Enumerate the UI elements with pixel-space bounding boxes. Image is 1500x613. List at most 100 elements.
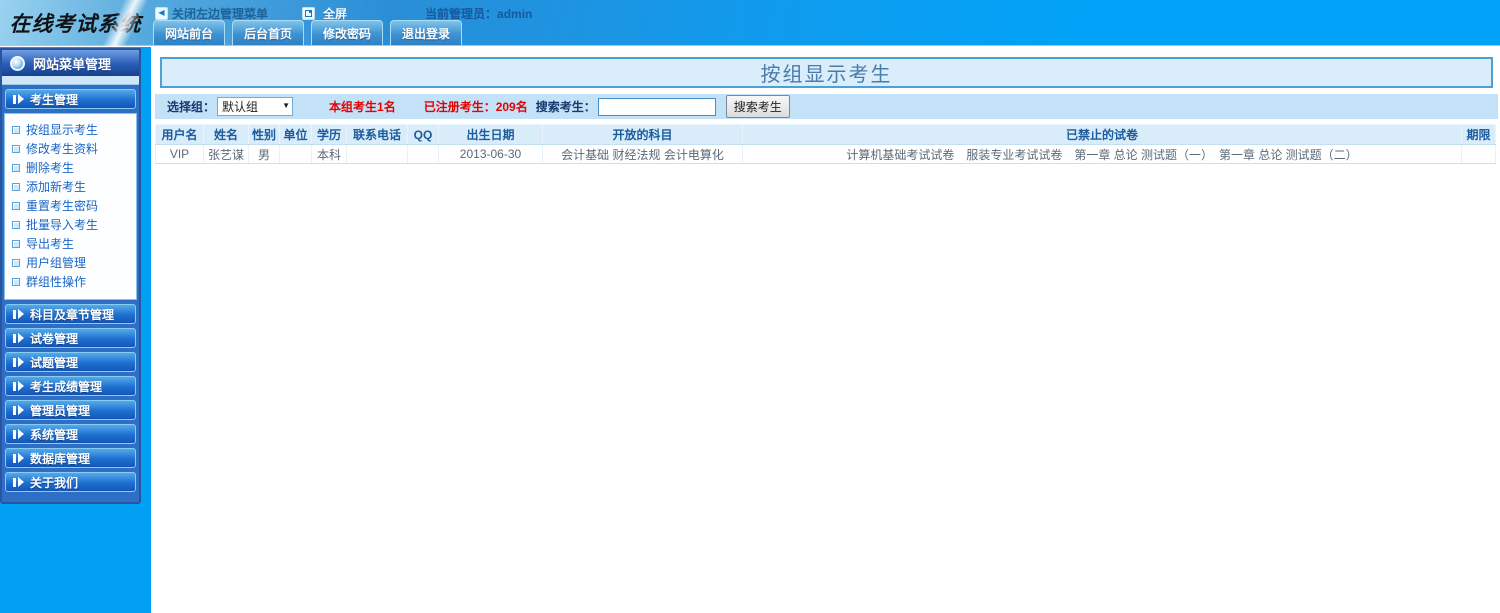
item-label: 用户组管理 [26, 254, 86, 271]
cell-deadline [1462, 145, 1496, 164]
section-question-management[interactable]: 试题管理 [5, 352, 136, 372]
section-label: 数据库管理 [30, 450, 90, 467]
sidebar-item-reset-password[interactable]: 重置考生密码 [12, 196, 136, 215]
bullet-icon [12, 164, 20, 172]
col-username: 用户名 [156, 125, 204, 145]
section-label: 考生管理 [30, 91, 78, 108]
fullscreen-icon [302, 7, 315, 20]
col-open-subjects: 开放的科目 [543, 125, 743, 145]
bullet-icon [12, 259, 20, 267]
sidebar-column: 网站菜单管理 考生管理 按组显示考生 修改考生资料 删除考生 添加新考生 重置考… [0, 47, 151, 613]
section-label: 科目及章节管理 [30, 306, 114, 323]
sidebar-divider [2, 76, 139, 85]
students-table: 用户名 姓名 性别 单位 学历 联系电话 QQ 出生日期 开放的科目 已禁止的试… [155, 124, 1496, 164]
cell-username: VIP [156, 145, 204, 164]
sidebar-item-batch-import[interactable]: 批量导入考生 [12, 215, 136, 234]
cell-gender: 男 [249, 145, 280, 164]
item-label: 按组显示考生 [26, 121, 98, 138]
section-label: 管理员管理 [30, 402, 90, 419]
item-label: 添加新考生 [26, 178, 86, 195]
tab-change-password[interactable]: 修改密码 [311, 20, 383, 45]
item-label: 群组性操作 [26, 273, 86, 290]
sidebar-item-add-student[interactable]: 添加新考生 [12, 177, 136, 196]
search-label: 搜索考生： [536, 98, 596, 115]
sidebar-item-list: 按组显示考生 修改考生资料 删除考生 添加新考生 重置考生密码 批量导入考生 导… [4, 113, 137, 300]
expand-icon [13, 309, 24, 319]
search-input[interactable] [598, 98, 716, 116]
bullet-icon [12, 202, 20, 210]
bullet-icon [12, 221, 20, 229]
bullet-icon [12, 145, 20, 153]
section-admin-management[interactable]: 管理员管理 [5, 400, 136, 420]
collapse-left-icon: ◀ [155, 7, 168, 20]
section-about-us[interactable]: 关于我们 [5, 472, 136, 492]
close-left-menu-label: 关闭左边管理菜单 [172, 5, 268, 22]
top-tabs: 网站前台 后台首页 修改密码 退出登录 [153, 20, 462, 45]
menu-orb-icon [10, 56, 25, 71]
search-button[interactable]: 搜索考生 [726, 95, 790, 118]
col-banned-papers: 已禁止的试卷 [743, 125, 1462, 145]
col-phone: 联系电话 [347, 125, 408, 145]
col-deadline: 期限 [1462, 125, 1496, 145]
col-name: 姓名 [204, 125, 249, 145]
page: 在线考试系统 ◀ 关闭左边管理菜单 全屏 当前管理员：admin 网站前台 后台… [0, 0, 1500, 613]
utility-bar: ◀ 关闭左边管理菜单 全屏 当前管理员：admin [155, 5, 532, 21]
app-logo: 在线考试系统 [0, 0, 151, 46]
col-qq: QQ [408, 125, 439, 145]
sidebar-item-export-students[interactable]: 导出考生 [12, 234, 136, 253]
section-subjects-chapters[interactable]: 科目及章节管理 [5, 304, 136, 324]
cell-birthday: 2013-06-30 [439, 145, 543, 164]
col-birthday: 出生日期 [439, 125, 543, 145]
section-database-management[interactable]: 数据库管理 [5, 448, 136, 468]
col-unit: 单位 [280, 125, 312, 145]
sidebar-menu-panel: 网站菜单管理 考生管理 按组显示考生 修改考生资料 删除考生 添加新考生 重置考… [0, 48, 141, 504]
sidebar-item-delete-student[interactable]: 删除考生 [12, 158, 136, 177]
cell-open-subjects: 会计基础 财经法规 会计电算化 [543, 145, 743, 164]
expand-icon [13, 453, 24, 463]
item-label: 导出考生 [26, 235, 74, 252]
section-label: 试卷管理 [30, 330, 78, 347]
expand-icon [13, 405, 24, 415]
current-admin-label: 当前管理员：admin [425, 5, 532, 22]
fullscreen-label: 全屏 [323, 5, 347, 22]
section-label: 关于我们 [30, 474, 78, 491]
bullet-icon [12, 126, 20, 134]
expand-icon [13, 94, 24, 104]
tab-admin-home[interactable]: 后台首页 [232, 20, 304, 45]
item-label: 重置考生密码 [26, 197, 98, 214]
expand-icon [13, 429, 24, 439]
close-left-menu-button[interactable]: ◀ 关闭左边管理菜单 [155, 5, 268, 22]
item-label: 删除考生 [26, 159, 74, 176]
group-select-label: 选择组： [167, 98, 215, 115]
cell-unit [280, 145, 312, 164]
bullet-icon [12, 183, 20, 191]
sidebar-title-bar: 网站菜单管理 [2, 50, 139, 76]
cell-banned-papers: 计算机基础考试试卷 服装专业考试试卷 第一章 总论 测试题（一） 第一章 总论 … [743, 145, 1462, 164]
sidebar-item-edit-student[interactable]: 修改考生资料 [12, 139, 136, 158]
fullscreen-button[interactable]: 全屏 [302, 5, 347, 22]
col-education: 学历 [312, 125, 347, 145]
bullet-icon [12, 240, 20, 248]
section-label: 试题管理 [30, 354, 78, 371]
item-label: 批量导入考生 [26, 216, 98, 233]
cell-phone [347, 145, 408, 164]
section-score-management[interactable]: 考生成绩管理 [5, 376, 136, 396]
section-label: 系统管理 [30, 426, 78, 443]
tab-logout[interactable]: 退出登录 [390, 20, 462, 45]
table-header-row: 用户名 姓名 性别 单位 学历 联系电话 QQ 出生日期 开放的科目 已禁止的试… [156, 125, 1496, 145]
bullet-icon [12, 278, 20, 286]
sidebar-item-show-by-group[interactable]: 按组显示考生 [12, 120, 136, 139]
expand-icon [13, 357, 24, 367]
section-exam-students[interactable]: 考生管理 [5, 89, 136, 109]
tab-site-front[interactable]: 网站前台 [153, 20, 225, 45]
sidebar-item-user-groups[interactable]: 用户组管理 [12, 253, 136, 272]
group-select[interactable]: 默认组 [217, 97, 293, 116]
top-banner: 在线考试系统 ◀ 关闭左边管理菜单 全屏 当前管理员：admin 网站前台 后台… [0, 0, 1500, 46]
expand-icon [13, 477, 24, 487]
section-system-management[interactable]: 系统管理 [5, 424, 136, 444]
table-row: VIP 张艺谋 男 本科 2013-06-30 会计基础 财经法规 会计电算化 … [156, 145, 1496, 164]
cell-name: 张艺谋 [204, 145, 249, 164]
sidebar-title: 网站菜单管理 [33, 54, 111, 73]
sidebar-item-group-operations[interactable]: 群组性操作 [12, 272, 136, 291]
section-paper-management[interactable]: 试卷管理 [5, 328, 136, 348]
